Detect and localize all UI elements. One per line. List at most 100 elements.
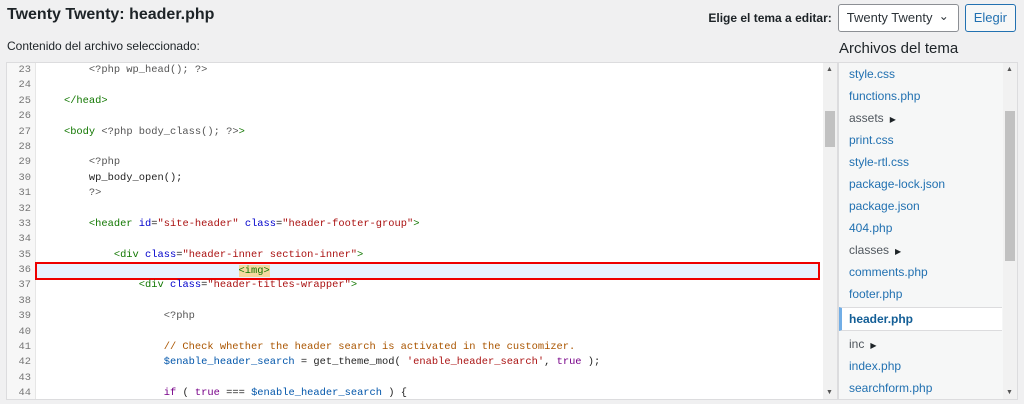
code-text: <header id="site-header" class="header-f… <box>39 217 823 232</box>
code-token: id <box>138 217 152 230</box>
code-line[interactable]: 27 <body <?php body_class(); ?>> <box>7 125 823 140</box>
code-line[interactable]: 40 <box>7 325 823 340</box>
line-number: 32 <box>18 202 31 215</box>
highlighted-code-line[interactable]: 36 <img> <box>7 261 823 280</box>
code-editor[interactable]: 23 <?php wp_head(); ?> 24 25 </head> 26 27 <… <box>6 62 838 400</box>
theme-select-value: Twenty Twenty <box>846 10 933 25</box>
code-token: $enable_header_search <box>163 356 295 369</box>
code-line[interactable]: 39 <?php <box>7 309 823 324</box>
theme-picker: Elige el tema a editar: Twenty Twenty ⌄ E… <box>708 4 1016 32</box>
file-item[interactable]: functions.php <box>839 85 1017 107</box>
file-label: comments.php <box>849 265 928 279</box>
code-token: ); <box>581 356 601 369</box>
file-item[interactable]: package.json <box>839 195 1017 217</box>
code-line[interactable]: 25 </head> <box>7 94 823 109</box>
scroll-down-icon[interactable]: ▼ <box>826 389 833 396</box>
code-token: <img> <box>238 264 270 277</box>
code-token: true <box>194 387 220 400</box>
chevron-down-icon: ⌄ <box>938 9 949 23</box>
code-line[interactable]: 29 <?php <box>7 155 823 170</box>
line-number: 27 <box>18 125 31 138</box>
code-text: <body <?php body_class(); ?>> <box>39 125 823 140</box>
code-text: <?php wp_head(); ?> <box>39 63 823 78</box>
theme-select[interactable]: Twenty Twenty ⌄ <box>837 4 959 32</box>
line-number: 29 <box>18 156 31 169</box>
code-text: ?> <box>39 186 823 201</box>
scroll-down-icon[interactable]: ▼ <box>1006 389 1013 396</box>
file-item[interactable]: style-rtl.css <box>839 151 1017 173</box>
code-text: wp_body_open(); <box>39 171 823 186</box>
code-token: wp_body_open(); <box>39 171 183 184</box>
expand-arrow-icon[interactable]: ▶ <box>870 341 876 350</box>
files-scrollbar[interactable]: ▲ ▼ <box>1003 63 1017 399</box>
file-item[interactable]: searchform.php <box>839 377 1017 399</box>
code-line[interactable]: 42 $enable_header_search = get_theme_mod… <box>7 355 823 370</box>
code-token: class <box>145 248 177 261</box>
code-line[interactable]: 33 <header id="site-header" class="heade… <box>7 217 823 232</box>
line-number: 42 <box>18 356 31 369</box>
scroll-up-icon[interactable]: ▲ <box>826 66 833 73</box>
code-token: = get_theme_mod( <box>294 356 407 369</box>
file-item[interactable]: print.css <box>839 129 1017 151</box>
code-token: true <box>556 356 582 369</box>
code-line[interactable]: 35 <div class="header-inner section-inne… <box>7 248 823 263</box>
line-number: 40 <box>18 325 31 338</box>
file-item[interactable]: 404.php <box>839 217 1017 239</box>
code-line[interactable]: 34 <box>7 232 823 247</box>
code-token: > <box>357 248 364 261</box>
file-item[interactable]: footer.php <box>839 283 1017 305</box>
expand-arrow-icon[interactable]: ▶ <box>890 115 896 124</box>
files-scrollbar-thumb[interactable] <box>1005 111 1015 261</box>
file-label: classes <box>849 243 890 257</box>
code-line[interactable]: 37 <div class="header-titles-wrapper"> <box>7 278 823 293</box>
file-label: print.css <box>849 133 894 147</box>
code-token: ?> <box>88 187 102 200</box>
code-line[interactable]: 43 <box>7 371 823 386</box>
line-number: 30 <box>18 171 31 184</box>
code-token: <body <box>63 125 102 138</box>
line-number: 23 <box>18 64 31 76</box>
code-line[interactable]: 30 wp_body_open(); <box>7 171 823 186</box>
code-token: <?php body_class(); ?> <box>101 125 239 138</box>
code-text: </head> <box>39 94 823 109</box>
file-label: index.php <box>849 359 902 373</box>
code-line[interactable]: 23 <?php wp_head(); ?> <box>7 63 823 78</box>
expand-arrow-icon[interactable]: ▶ <box>895 247 901 256</box>
file-item[interactable]: comments.php <box>839 261 1017 283</box>
file-label: header.php <box>849 312 914 326</box>
page-title: Twenty Twenty: header.php <box>7 6 215 23</box>
file-item[interactable]: index.php <box>839 355 1017 377</box>
theme-select-label: Elige el tema a editar: <box>708 11 832 25</box>
file-label: searchform.php <box>849 381 933 395</box>
select-theme-button[interactable]: Elegir <box>964 4 1016 32</box>
file-label: style-rtl.css <box>849 155 909 169</box>
code-line[interactable]: 26 <box>7 109 823 124</box>
code-line[interactable]: 24 <box>7 78 823 93</box>
code-line[interactable]: 32 <box>7 202 823 217</box>
code-line[interactable]: 28 <box>7 140 823 155</box>
code-text: // Check whether the header search is ac… <box>39 340 823 355</box>
code-text: <?php <box>39 155 823 170</box>
scroll-up-icon[interactable]: ▲ <box>1006 66 1013 73</box>
folder-item[interactable]: inc ▶ <box>839 333 1017 355</box>
folder-item[interactable]: assets ▶ <box>839 107 1017 129</box>
code-line[interactable]: 44 if ( true === $enable_header_search )… <box>7 386 823 400</box>
code-line[interactable]: 38 <box>7 294 823 309</box>
editor-scrollbar-thumb[interactable] <box>825 111 835 147</box>
file-item-selected[interactable]: header.php <box>839 307 1002 331</box>
code-line[interactable]: 31 ?> <box>7 186 823 201</box>
file-label: inc <box>849 337 865 351</box>
theme-files-title: Archivos del tema <box>839 40 959 57</box>
file-item[interactable]: style.css <box>839 63 1017 85</box>
code-line[interactable]: 41 // Check whether the header search is… <box>7 340 823 355</box>
code-token: > <box>350 279 358 292</box>
code-token: $enable_header_search <box>251 387 383 400</box>
editor-scrollbar[interactable]: ▲ ▼ <box>823 63 837 399</box>
folder-item[interactable]: classes ▶ <box>839 239 1017 261</box>
file-item[interactable]: package-lock.json <box>839 173 1017 195</box>
code-lines[interactable]: 23 <?php wp_head(); ?> 24 25 </head> 26 27 <… <box>7 63 823 400</box>
